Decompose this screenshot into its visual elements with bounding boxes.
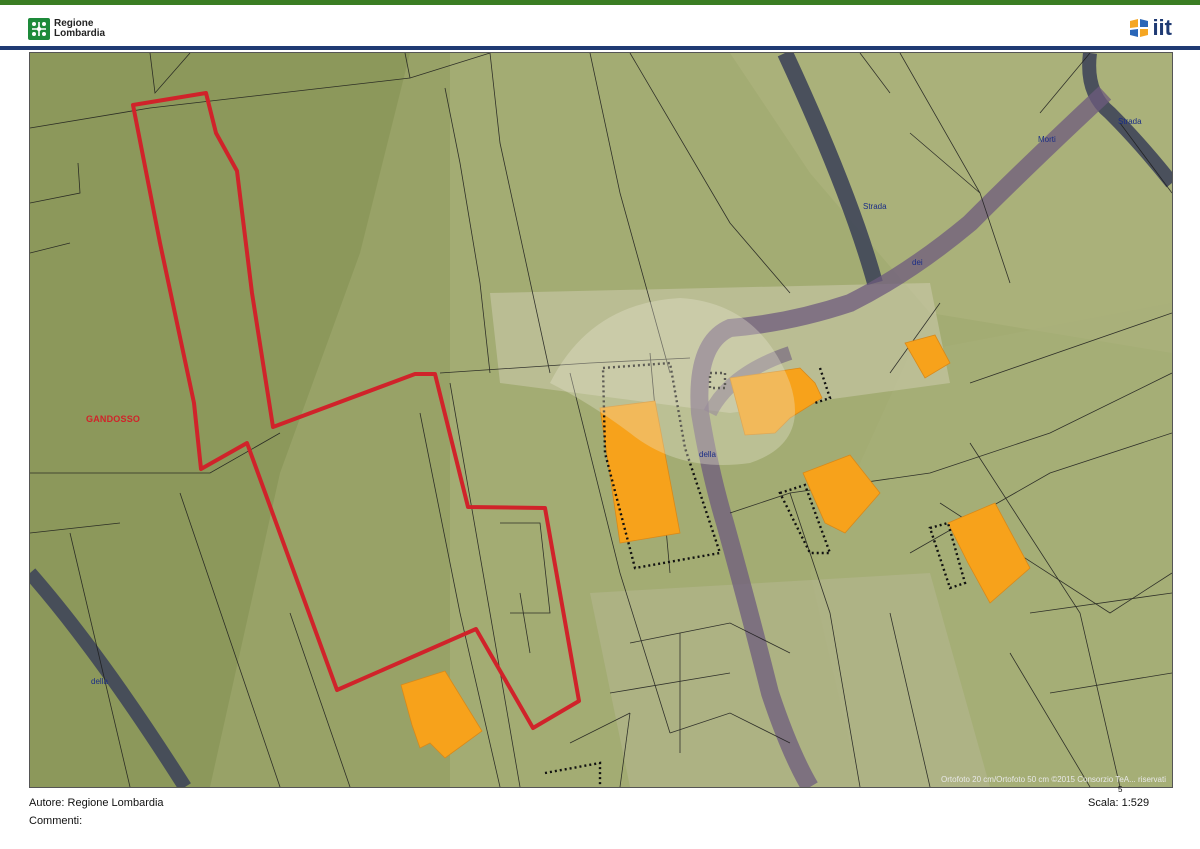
iit-logo-text: iit: [1152, 15, 1172, 40]
orthophoto-credit: Ortofoto 20 cm/Ortofoto 50 cm ©2015 Cons…: [941, 775, 1166, 784]
logo-text-line2: Lombardia: [54, 28, 106, 39]
scale-text: Scala: 1:529: [1088, 797, 1150, 809]
iit-mark-icon: [1129, 18, 1149, 38]
street-label-della: della: [91, 677, 108, 686]
map-view[interactable]: GANDOSSO della Strada Morti Strada dei d…: [29, 52, 1173, 788]
street-label-morti: Morti: [1038, 135, 1056, 144]
map-canvas: [30, 53, 1172, 787]
street-label-strada: Strada: [863, 202, 887, 211]
author-text: Autore: Regione Lombardia: [29, 797, 164, 809]
regione-lombardia-logo: Regione Lombardia: [28, 18, 105, 40]
header: Regione Lombardia iit: [0, 5, 1200, 47]
comments-label: Commenti:: [29, 815, 83, 827]
rosa-camuna-icon: [28, 18, 50, 40]
street-label-dei: dei: [912, 258, 923, 267]
header-rule: [0, 46, 1200, 50]
municipality-label: GANDOSSO: [86, 414, 141, 424]
street-label-della-2: della: [699, 450, 716, 459]
street-label-strada-2: Strada: [1118, 117, 1142, 126]
iit-logo: iit: [1129, 17, 1172, 39]
scale-tick-label: 5: [1118, 785, 1123, 794]
